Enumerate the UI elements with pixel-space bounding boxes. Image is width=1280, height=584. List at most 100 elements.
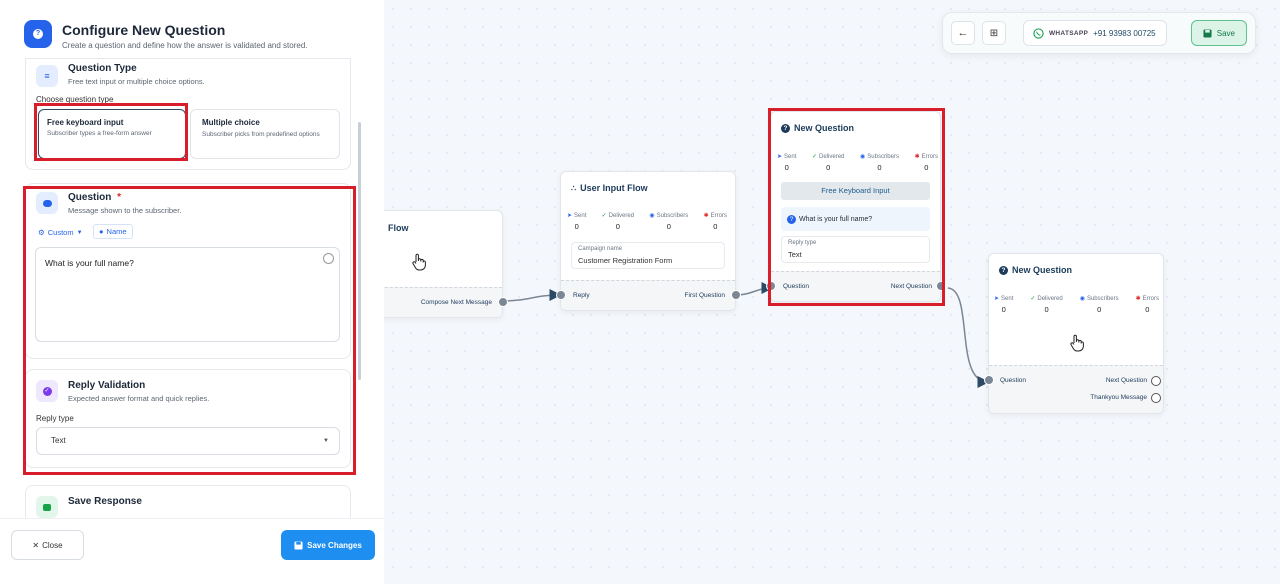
campaign-box: Campaign name Customer Registration Form <box>571 242 725 269</box>
hand-cursor-icon <box>1070 334 1084 352</box>
node-new-question-2[interactable]: ? New Question ➤ Sent 0 ✓ Delivered 0 ◉ Subsc… <box>984 253 1164 414</box>
user-icon: ● <box>99 227 104 236</box>
panel-scrollbar[interactable] <box>358 122 361 380</box>
node-flow-out-label: Compose Next Message <box>420 299 492 306</box>
question-text: What is your full name? <box>45 258 134 268</box>
canvas-save-button[interactable]: Save <box>1190 20 1247 46</box>
reply-type-select[interactable]: Text ▼ <box>36 427 340 455</box>
back-button[interactable]: ← <box>951 21 975 45</box>
node-q2-footer: Question Next Question Thankyou Message <box>989 365 1163 413</box>
check-circle-icon: ✓ <box>812 154 818 160</box>
chat-icon <box>36 192 58 214</box>
node-q1-question-box: ? What is your full name? <box>781 207 930 231</box>
caret-down-icon: ▼ <box>76 229 83 236</box>
user-circle-icon: ◉ <box>649 213 655 219</box>
node-q1-out-label: Next Question <box>890 283 932 290</box>
option-free-title: Free keyboard input <box>47 118 124 127</box>
node-flow-out-port[interactable] <box>498 297 508 307</box>
custom-dropdown[interactable]: ⚙ Custom ▼ <box>38 228 83 237</box>
save-icon <box>294 540 303 550</box>
question-card: Question * Message shown to the subscrib… <box>25 183 351 359</box>
option-multi-title: Multiple choice <box>202 118 260 127</box>
node-q1-footer: Question Next Question <box>771 271 940 301</box>
send-icon: ➤ <box>567 213 573 219</box>
node-flow-footer: Compose Next Message <box>384 287 502 317</box>
node-user-input-footer: Reply First Question <box>561 280 735 310</box>
node-q1-in-label: Question <box>783 283 810 290</box>
node-q2-next-port[interactable] <box>1151 376 1161 386</box>
campaign-value: Customer Registration Form <box>578 256 673 265</box>
node-user-input-out-label: First Question <box>684 292 725 299</box>
panel-title: Configure New Question <box>62 22 226 38</box>
node-q1-out-port[interactable] <box>936 281 946 291</box>
flow-canvas[interactable]: ← ⊞ WHATSAPP +91 93983 00725 Save Flow C… <box>384 0 1280 584</box>
question-type-title: Question Type <box>68 63 137 74</box>
question-type-subtitle: Free text input or multiple choice optio… <box>68 77 205 86</box>
node-user-input-stats: ➤ Sent 0 ✓ Delivered 0 ◉ Subscribers 0 ✱ Errors… <box>567 212 727 232</box>
question-circle-icon: ? <box>999 265 1008 275</box>
node-user-input-in-port[interactable] <box>556 290 566 300</box>
node-user-input-out-port[interactable] <box>731 290 741 300</box>
name-variable-chip[interactable]: ● Name <box>93 224 133 239</box>
node-q2-in-port[interactable] <box>984 375 994 385</box>
node-user-input-flow[interactable]: ∴ User Input Flow ➤ Sent 0 ✓ Delivered 0 ◉ Su… <box>556 171 741 311</box>
whatsapp-icon <box>1033 27 1044 39</box>
node-q2-out-label: Next Question <box>1105 377 1147 384</box>
bug-icon: ✱ <box>914 154 920 160</box>
option-multi-desc: Subscriber picks from predefined options <box>202 131 320 138</box>
node-q1-title: New Question <box>794 123 855 133</box>
save-changes-button[interactable]: Save Changes <box>281 530 375 560</box>
whatsapp-label: WHATSAPP <box>1049 29 1089 37</box>
panel-header: ? Configure New Question Create a questi… <box>0 0 384 62</box>
node-user-input-title: User Input Flow <box>580 183 648 193</box>
question-circle-icon: ? <box>781 123 790 133</box>
question-subtitle: Message shown to the subscriber. <box>68 206 182 215</box>
send-icon: ➤ <box>994 296 1000 302</box>
question-title: Question <box>68 192 112 203</box>
node-q1-reply-type-box: Reply type Text <box>781 236 930 263</box>
campaign-label: Campaign name <box>578 246 623 252</box>
save-response-title: Save Response <box>68 496 142 507</box>
emoji-icon[interactable] <box>323 253 334 264</box>
bar-chart-icon: ∴ <box>571 183 577 193</box>
grid-icon: ⊞ <box>989 27 999 39</box>
node-user-input-in-label: Reply <box>573 292 590 299</box>
node-q1-in-port[interactable] <box>766 281 776 291</box>
node-new-question-1[interactable]: ? New Question ➤ Sent 0 ✓ Delivered 0 ◉ Subsc… <box>766 111 946 302</box>
reply-validation-subtitle: Expected answer format and quick replies… <box>68 394 210 403</box>
question-textarea[interactable]: What is your full name? <box>35 247 340 342</box>
whatsapp-phone: +91 93983 00725 <box>1093 28 1156 38</box>
check-circle-icon: ✓ <box>1030 296 1036 302</box>
choose-type-label: Choose question type <box>36 95 114 104</box>
node-q2-title: New Question <box>1012 265 1073 275</box>
reply-type-value: Text <box>51 436 66 445</box>
grid-button[interactable]: ⊞ <box>982 21 1006 45</box>
node-q2-out2-label: Thankyou Message <box>1090 394 1147 401</box>
caret-down-icon: ▼ <box>323 438 329 444</box>
node-flow[interactable]: Flow Compose Next Message <box>384 210 508 318</box>
node-q1-reply-type-value: Text <box>788 250 802 259</box>
node-q1-question-text: What is your full name? <box>799 215 873 223</box>
user-circle-icon: ◉ <box>860 154 866 160</box>
node-q1-stats: ➤ Sent 0 ✓ Delivered 0 ◉ Subscribers 0 ✱ Errors… <box>777 153 938 173</box>
hand-cursor-icon <box>412 253 426 271</box>
option-multiple-choice[interactable]: Multiple choice Subscriber picks from pr… <box>190 109 340 159</box>
option-free-keyboard-input[interactable]: Free keyboard input Subscriber types a f… <box>38 109 186 159</box>
reply-validation-card: ✓ Reply Validation Expected answer forma… <box>25 369 351 468</box>
close-button[interactable]: ✕ Close <box>11 530 84 560</box>
sliders-icon: ≡ <box>36 65 58 87</box>
node-q2-thankyou-port[interactable] <box>1151 393 1161 403</box>
node-flow-title: Flow <box>388 223 409 233</box>
canvas-toolbar: ← ⊞ WHATSAPP +91 93983 00725 Save <box>942 12 1256 54</box>
question-type-card: ≡ Question Type Free text input or multi… <box>25 58 351 170</box>
bug-icon: ✱ <box>1135 296 1141 302</box>
check-circle-icon: ✓ <box>601 213 607 219</box>
whatsapp-number-badge[interactable]: WHATSAPP +91 93983 00725 <box>1023 20 1167 46</box>
save-icon <box>1203 28 1212 38</box>
reply-type-label: Reply type <box>36 414 74 423</box>
question-circle-icon: ? <box>24 20 52 48</box>
node-q2-in-label: Question <box>1000 377 1027 384</box>
node-q1-type-chip: Free Keyboard Input <box>781 182 930 200</box>
question-circle-icon: ? <box>787 214 796 224</box>
close-icon: ✕ <box>32 540 40 550</box>
